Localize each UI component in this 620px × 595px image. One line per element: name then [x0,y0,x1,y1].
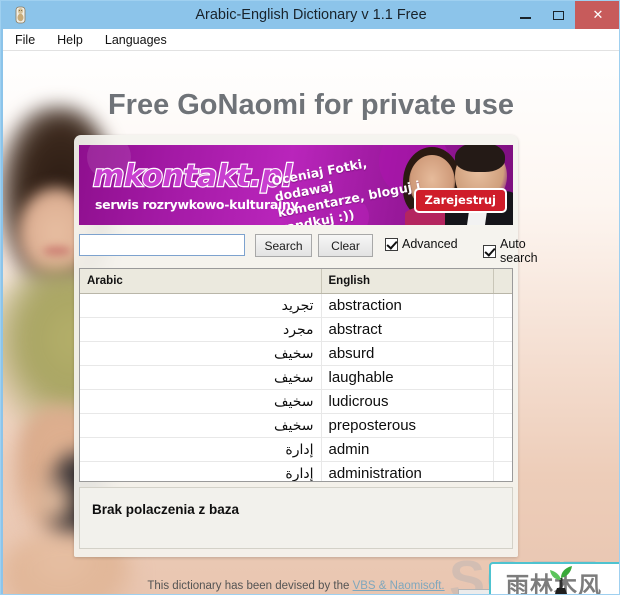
status-message: Brak polaczenia z baza [92,502,240,517]
main-panel: mkontakt.pl serwis rozrywkowo-kulturalny… [74,135,538,557]
table-row[interactable]: إدارة admin [80,437,512,462]
cell-english: laughable [321,365,494,390]
auto-search-checkbox-label: Auto search [500,237,538,265]
table-row[interactable]: سخيف laughable [80,365,512,390]
results-table: Arabic English تجريد abstraction مجرد abstr… [80,269,512,481]
banner-man-hair [455,145,505,172]
auto-search-checkbox[interactable]: Auto search [483,237,538,265]
banner-logo: mkontakt.pl [92,158,294,195]
footer-credits: This dictionary has been devised by the … [74,579,518,594]
cell-extra [493,293,512,318]
table-header-row: Arabic English [80,269,512,294]
table-row[interactable]: تجريد abstraction [80,293,512,318]
client-area: File Help Languages SOFT Free GoNaomi fo… [3,29,619,594]
menu-item-help[interactable]: Help [57,33,83,47]
maximize-icon [553,10,564,20]
search-button[interactable]: Search [255,234,312,257]
column-header-extra[interactable] [493,269,512,294]
cell-extra [493,317,512,342]
checkbox-checked-icon [483,244,496,258]
checkbox-checked-icon [385,237,398,251]
cell-english: abstract [321,317,494,342]
minimize-icon [520,17,531,19]
table-row[interactable]: إدارة administration [80,461,512,481]
advanced-checkbox[interactable]: Advanced [385,237,458,251]
cell-english: preposterous [321,413,494,438]
table-row[interactable]: سخيف preposterous [80,413,512,438]
cell-english: administration [321,461,494,481]
cell-arabic: سخيف [80,341,322,366]
sprout-plant-icon [550,566,572,594]
results-table-container[interactable]: Arabic English تجريد abstraction مجرد abstr… [79,268,513,482]
banner-register-button[interactable]: Zarejestruj [413,188,507,213]
cell-arabic: سخيف [80,389,322,414]
minimize-button[interactable] [509,1,542,29]
table-body: تجريد abstraction مجرد abstract سخيف absurd سخ… [80,293,512,481]
table-row[interactable]: سخيف absurd [80,341,512,366]
table-row[interactable]: مجرد abstract [80,317,512,342]
status-panel: Brak polaczenia z baza [79,487,513,549]
page-title: Free GoNaomi for private use [107,89,515,121]
menu-item-file[interactable]: File [15,33,35,47]
cell-arabic: سخيف [80,365,322,390]
site-watermark: 雨林木风 WwW.YLMFU.CoM [489,562,619,594]
application-window: Arabic-English Dictionary v 1.1 Free ✕ F… [0,0,620,595]
cell-arabic: سخيف [80,413,322,438]
cell-english: absurd [321,341,494,366]
cell-arabic: مجرد [80,317,322,342]
clear-button[interactable]: Clear [318,234,373,257]
cell-arabic: إدارة [80,437,322,462]
column-header-arabic[interactable]: Arabic [80,269,322,294]
column-header-english[interactable]: English [321,269,494,294]
advanced-checkbox-label: Advanced [402,237,458,251]
cell-extra [493,341,512,366]
title-bar: Arabic-English Dictionary v 1.1 Free ✕ [1,1,619,29]
footer-link[interactable]: VBS & Naomisoft. [353,580,445,592]
search-toolbar: Search Clear Advanced Auto search [79,234,538,265]
close-button[interactable]: ✕ [575,1,619,29]
cell-english: admin [321,437,494,462]
footer-line1-prefix: This dictionary has been devised by the [147,580,353,592]
cell-extra [493,413,512,438]
table-row[interactable]: سخيف ludicrous [80,389,512,414]
menu-item-languages[interactable]: Languages [105,33,167,47]
cell-arabic: تجريد [80,293,322,318]
cell-extra [493,365,512,390]
background-figure-lips [43,246,71,256]
menu-bar: File Help Languages [3,29,619,51]
cell-arabic: إدارة [80,461,322,481]
cell-extra [493,437,512,462]
banner-subtitle: serwis rozrywkowo-kulturalny [95,197,299,212]
search-input[interactable] [79,234,245,256]
cell-extra [493,461,512,481]
window-controls: ✕ [509,1,619,29]
maximize-button[interactable] [542,1,575,29]
cell-english: ludicrous [321,389,494,414]
cell-extra [493,389,512,414]
advertisement-banner[interactable]: mkontakt.pl serwis rozrywkowo-kulturalny… [79,145,513,225]
cell-english: abstraction [321,293,494,318]
